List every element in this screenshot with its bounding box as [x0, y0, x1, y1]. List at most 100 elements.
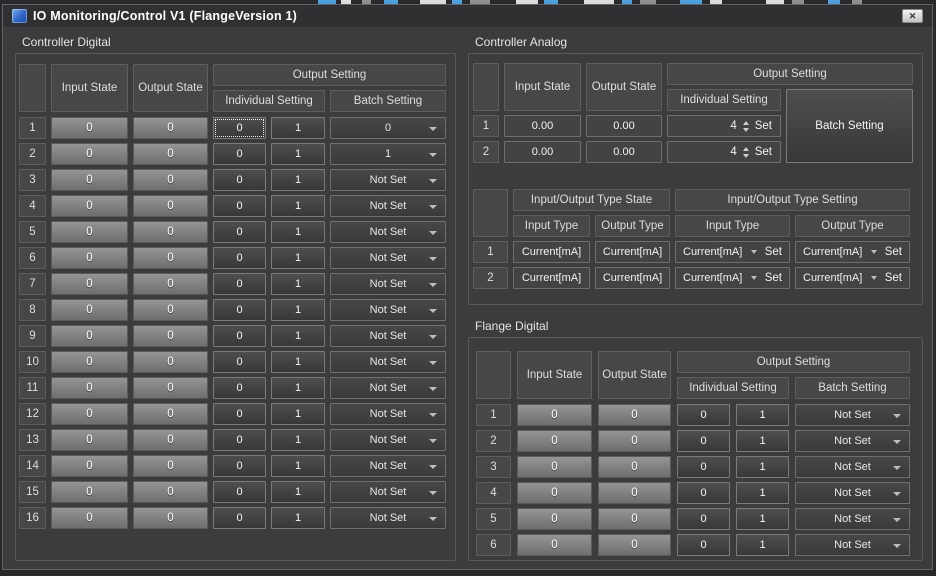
batch-setting-dropdown[interactable]: Not Set	[795, 508, 910, 530]
input-type-setting[interactable]: Current[mA] Set	[675, 267, 790, 289]
set-1-button[interactable]: 1	[736, 534, 789, 556]
set-0-button[interactable]: 0	[213, 195, 266, 217]
set-1-button[interactable]: 1	[271, 247, 325, 269]
batch-setting-dropdown[interactable]: Not Set	[795, 482, 910, 504]
set-1-button[interactable]: 1	[271, 403, 325, 425]
set-0-button[interactable]: 0	[677, 456, 730, 478]
table-row: 2 0 0 0 1 Not Set	[476, 430, 915, 452]
batch-setting-dropdown[interactable]: Not Set	[330, 507, 446, 529]
batch-setting-dropdown[interactable]: Not Set	[330, 325, 446, 347]
set-0-button[interactable]: 0	[213, 481, 266, 503]
set-1-button[interactable]: 1	[736, 508, 789, 530]
set-0-button[interactable]: 0	[213, 507, 266, 529]
set-1-button[interactable]: 1	[271, 299, 325, 321]
set-1-button[interactable]: 1	[271, 273, 325, 295]
set-1-button[interactable]: 1	[736, 456, 789, 478]
row-number: 9	[19, 325, 46, 347]
set-0-button[interactable]: 0	[677, 508, 730, 530]
batch-setting-dropdown[interactable]: Not Set	[330, 351, 446, 373]
set-0-button[interactable]: 0	[213, 273, 266, 295]
set-0-button[interactable]: 0	[677, 430, 730, 452]
batch-setting-dropdown[interactable]: Not Set	[330, 195, 446, 217]
set-button[interactable]: Set	[765, 246, 782, 258]
input-type-setting[interactable]: Current[mA] Set	[675, 241, 790, 263]
set-0-button[interactable]: 0	[213, 429, 266, 451]
set-0-button[interactable]: 0	[213, 221, 266, 243]
output-state-display: 0	[133, 299, 208, 321]
flange-digital-table: Input State Output State Output Setting …	[468, 337, 923, 561]
set-button[interactable]: Set	[755, 146, 772, 158]
chevron-down-icon	[429, 335, 437, 339]
set-button[interactable]: Set	[885, 272, 902, 284]
table-row: 6 0 0 0 1 Not Set	[19, 247, 452, 269]
batch-setting-dropdown[interactable]: Not Set	[330, 247, 446, 269]
output-type-setting[interactable]: Current[mA] Set	[795, 267, 910, 289]
table-header: Input State Output State Output Setting …	[19, 64, 452, 112]
row-number: 14	[19, 455, 46, 477]
set-0-button[interactable]: 0	[213, 403, 266, 425]
set-0-button[interactable]: 0	[213, 247, 266, 269]
col-header-batch-setting: Batch Setting	[795, 377, 910, 399]
set-1-button[interactable]: 1	[271, 169, 325, 191]
batch-setting-dropdown[interactable]: Not Set	[330, 429, 446, 451]
batch-setting-dropdown[interactable]: 1	[330, 143, 446, 165]
set-button[interactable]: Set	[885, 246, 902, 258]
row-number: 5	[19, 221, 46, 243]
set-0-button[interactable]: 0	[677, 482, 730, 504]
set-0-button[interactable]: 0	[677, 404, 730, 426]
set-button[interactable]: Set	[765, 272, 782, 284]
flange-digital-panel: Flange Digital Input State Output State …	[468, 318, 923, 561]
set-0-button[interactable]: 0	[213, 377, 266, 399]
batch-setting-dropdown[interactable]: Not Set	[795, 430, 910, 452]
set-1-button[interactable]: 1	[271, 507, 325, 529]
analog-io-table: Input State Output State Output Setting …	[473, 63, 918, 163]
batch-setting-dropdown[interactable]: Not Set	[795, 456, 910, 478]
close-button[interactable]: ✕	[902, 9, 923, 23]
batch-setting-dropdown[interactable]: Not Set	[330, 377, 446, 399]
set-1-button[interactable]: 1	[271, 481, 325, 503]
set-0-button[interactable]: 0	[213, 325, 266, 347]
set-1-button[interactable]: 1	[271, 221, 325, 243]
batch-setting-dropdown[interactable]: Not Set	[330, 403, 446, 425]
analog-output-spinner[interactable]: 4 Set	[667, 115, 781, 137]
set-1-button[interactable]: 1	[271, 377, 325, 399]
analog-output-spinner[interactable]: 4 Set	[667, 141, 781, 163]
set-button[interactable]: Set	[755, 120, 772, 132]
set-1-button[interactable]: 1	[271, 351, 325, 373]
batch-setting-dropdown[interactable]: Not Set	[795, 404, 910, 426]
set-0-button[interactable]: 0	[213, 143, 266, 165]
output-type-display: Current[mA]	[595, 267, 670, 289]
set-1-button[interactable]: 1	[271, 429, 325, 451]
col-header-input-state: Input State	[504, 63, 581, 111]
batch-setting-dropdown[interactable]: Not Set	[330, 221, 446, 243]
batch-setting-dropdown[interactable]: Not Set	[795, 534, 910, 556]
batch-setting-button[interactable]: Batch Setting	[786, 89, 913, 163]
spinner-down-icon[interactable]	[743, 128, 749, 132]
output-type-setting[interactable]: Current[mA] Set	[795, 241, 910, 263]
batch-setting-dropdown[interactable]: Not Set	[330, 481, 446, 503]
spinner-down-icon[interactable]	[743, 154, 749, 158]
set-1-button[interactable]: 1	[271, 143, 325, 165]
chevron-down-icon	[429, 231, 437, 235]
set-1-button[interactable]: 1	[271, 455, 325, 477]
set-1-button[interactable]: 1	[271, 117, 325, 139]
set-1-button[interactable]: 1	[271, 325, 325, 347]
batch-setting-dropdown[interactable]: Not Set	[330, 455, 446, 477]
set-1-button[interactable]: 1	[736, 404, 789, 426]
set-0-button[interactable]: 0	[213, 169, 266, 191]
batch-setting-dropdown[interactable]: 0	[330, 117, 446, 139]
batch-setting-dropdown[interactable]: Not Set	[330, 169, 446, 191]
batch-setting-dropdown[interactable]: Not Set	[330, 273, 446, 295]
set-0-button[interactable]: 0	[213, 351, 266, 373]
set-0-button[interactable]: 0	[677, 534, 730, 556]
set-0-button[interactable]: 0	[213, 299, 266, 321]
screen: IO Monitoring/Control V1 (FlangeVersion …	[0, 0, 936, 576]
set-1-button[interactable]: 1	[736, 430, 789, 452]
spinner-up-icon[interactable]	[743, 147, 749, 151]
spinner-up-icon[interactable]	[743, 121, 749, 125]
set-1-button[interactable]: 1	[271, 195, 325, 217]
set-0-button[interactable]: 0	[213, 455, 266, 477]
set-0-button[interactable]: 0	[213, 117, 266, 139]
set-1-button[interactable]: 1	[736, 482, 789, 504]
batch-setting-dropdown[interactable]: Not Set	[330, 299, 446, 321]
